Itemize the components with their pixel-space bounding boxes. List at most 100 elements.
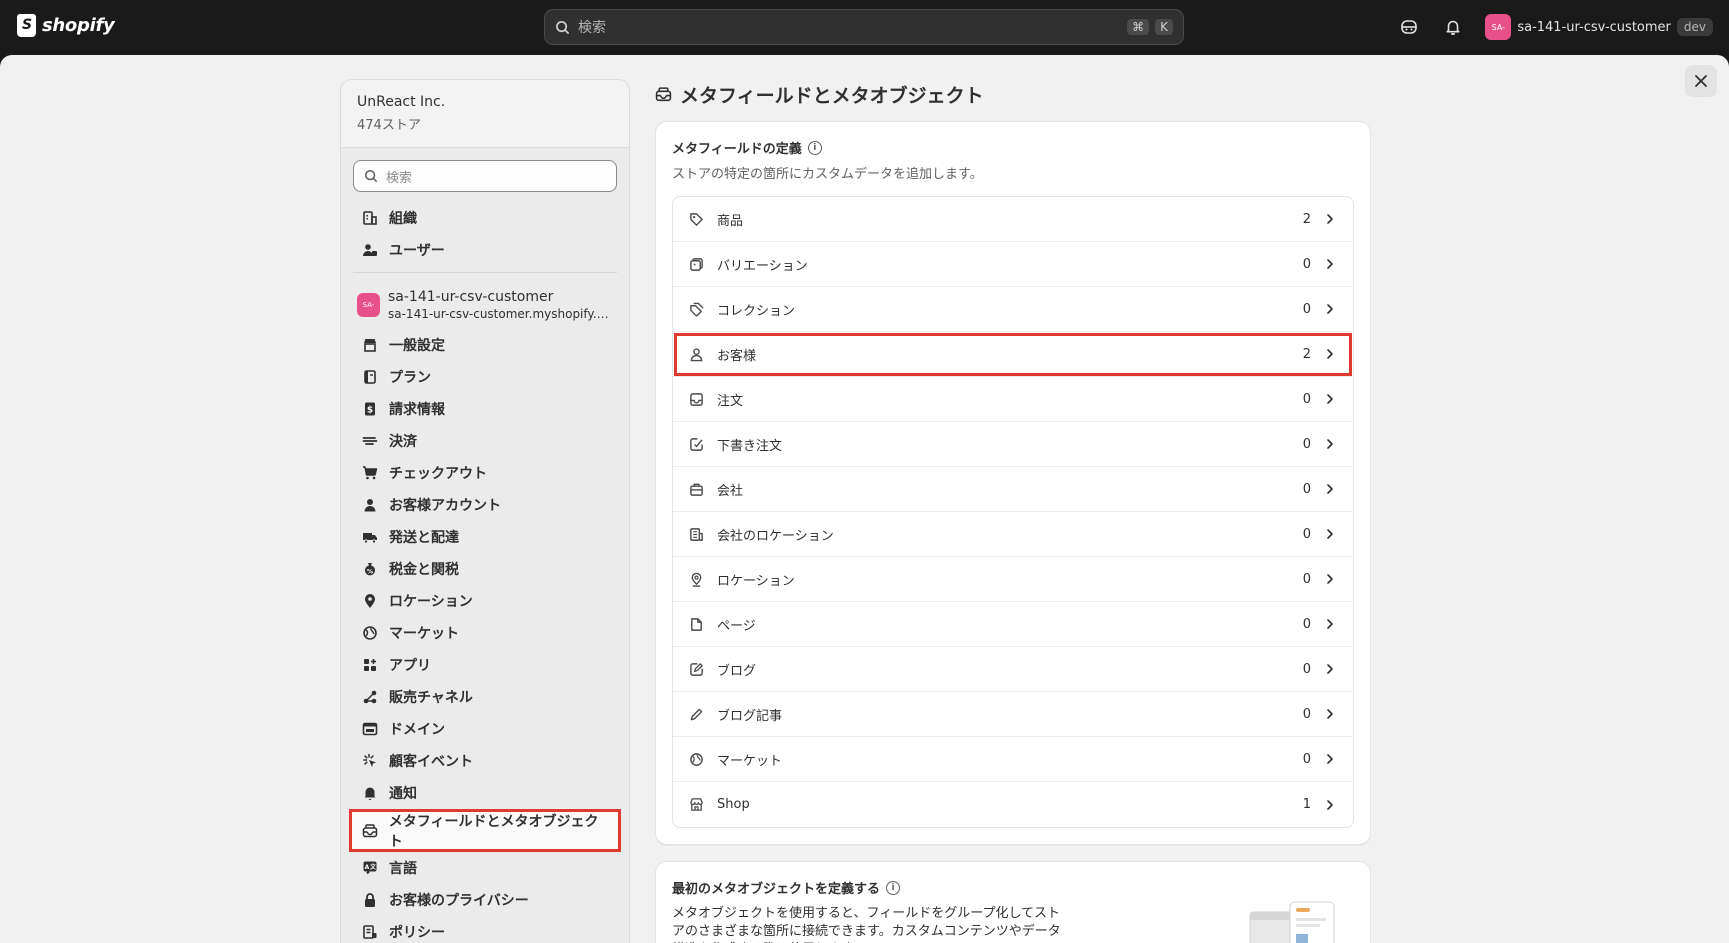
top-bar: shopify 検索 ⌘ K SA- sa-141-ur-csv-custome… <box>0 0 1729 55</box>
row-count: 0 <box>1302 616 1311 632</box>
definition-row-companies[interactable]: 会社 0 <box>673 467 1353 512</box>
definition-row-orders[interactable]: 注文 0 <box>673 377 1353 422</box>
sidebar-divider <box>353 272 617 273</box>
sidebar-item-notifications[interactable]: 通知 <box>341 777 629 809</box>
sidebar-item-languages[interactable]: A文 言語 <box>341 852 629 884</box>
card-title-text: メタフィールドの定義 <box>672 142 802 157</box>
row-label: Shop <box>717 797 750 812</box>
sidebar-item-apps[interactable]: アプリ <box>341 649 629 681</box>
row-count: 0 <box>1302 571 1311 587</box>
page-icon <box>687 617 705 632</box>
store-icon <box>361 336 379 354</box>
sidebar-item-locations[interactable]: ロケーション <box>341 585 629 617</box>
sidebar-item-label: アプリ <box>389 658 431 674</box>
sidekick-icon <box>1401 20 1418 34</box>
sidebar-item-customer-accounts[interactable]: お客様アカウント <box>341 489 629 521</box>
definition-row-collections[interactable]: コレクション 0 <box>673 287 1353 332</box>
domain-icon <box>361 720 379 738</box>
definition-row-pages[interactable]: ページ 0 <box>673 602 1353 647</box>
sidebar-item-organization[interactable]: 組織 <box>341 202 629 234</box>
logo-text: shopify <box>42 15 115 36</box>
sidebar-item-taxes[interactable]: % 税金と関税 <box>341 553 629 585</box>
sidebar-item-general[interactable]: 一般設定 <box>341 329 629 361</box>
building-icon <box>687 527 705 542</box>
sidebar-item-metafields[interactable]: メタフィールドとメタオブジェクト <box>349 809 621 852</box>
sidebar-item-label: マーケット <box>389 626 459 642</box>
sidebar-item-customer-events[interactable]: 顧客イベント <box>341 745 629 777</box>
definition-row-draft-orders[interactable]: 下書き注文 0 <box>673 422 1353 467</box>
metaobject-card: 最初のメタオブジェクトを定義する i メタオブジェクトを使用すると、フィールドを… <box>655 861 1371 943</box>
row-count: 0 <box>1302 436 1311 452</box>
sidebar-item-customer-privacy[interactable]: お客様のプライバシー <box>341 884 629 916</box>
shopify-bag-icon <box>17 14 36 37</box>
sidebar-item-billing[interactable]: $ 請求情報 <box>341 393 629 425</box>
definition-row-blog-posts[interactable]: ブログ記事 0 <box>673 692 1353 737</box>
metafields-icon <box>361 822 379 840</box>
definition-row-variants[interactable]: バリエーション 0 <box>673 242 1353 287</box>
sidebar-item-domains[interactable]: ドメイン <box>341 713 629 745</box>
sidebar-item-label: お客様のプライバシー <box>389 893 529 909</box>
sidekick-button[interactable] <box>1393 11 1425 43</box>
search-icon <box>556 20 569 34</box>
row-label: 商品 <box>717 213 744 229</box>
close-settings-button[interactable] <box>1685 65 1717 97</box>
tax-icon: % <box>361 560 379 578</box>
global-search-input[interactable]: 検索 ⌘ K <box>544 9 1184 45</box>
chevron-right-icon <box>1325 663 1339 675</box>
row-count: 0 <box>1302 391 1311 407</box>
sidebar-item-markets[interactable]: マーケット <box>341 617 629 649</box>
chevron-right-icon <box>1325 708 1339 720</box>
card-title: メタフィールドの定義 i <box>672 138 1354 157</box>
info-icon[interactable]: i <box>886 880 901 895</box>
store-name[interactable]: sa-141-ur-csv-customer <box>1517 20 1671 35</box>
sidebar-item-label: 決済 <box>389 434 417 450</box>
row-label: 注文 <box>717 393 744 409</box>
plan-icon <box>361 368 379 386</box>
sidebar-item-label: 販売チャネル <box>389 690 473 706</box>
info-icon[interactable]: i <box>807 140 822 155</box>
env-badge: dev <box>1676 18 1713 36</box>
sidebar-item-label: お客様アカウント <box>389 498 501 514</box>
sidebar-store[interactable]: SA- sa-141-ur-csv-customer sa-141-ur-csv… <box>341 281 629 329</box>
sidebar-item-policies[interactable]: ポリシー <box>341 916 629 943</box>
sidebar-item-shipping[interactable]: 発送と配達 <box>341 521 629 553</box>
row-label: コレクション <box>717 303 796 319</box>
main-content: メタフィールドとメタオブジェクト メタフィールドの定義 i ストアの特定の箇所に… <box>655 79 1371 943</box>
variant-icon <box>687 257 705 272</box>
row-label: 下書き注文 <box>717 438 783 454</box>
row-count: 0 <box>1302 526 1311 542</box>
sidebar-item-users[interactable]: ユーザー <box>341 234 629 266</box>
chevron-right-icon <box>1325 303 1339 315</box>
policy-icon <box>361 923 379 941</box>
definition-row-locations[interactable]: ロケーション 0 <box>673 557 1353 602</box>
definition-row-shop[interactable]: Shop 1 <box>673 782 1353 827</box>
sidebar-item-sales-channels[interactable]: 販売チャネル <box>341 681 629 713</box>
notifications-button[interactable] <box>1437 11 1469 43</box>
sidebar-item-payments[interactable]: 決済 <box>341 425 629 457</box>
shopify-logo[interactable]: shopify <box>17 14 115 37</box>
collection-icon <box>687 302 705 317</box>
close-icon <box>1695 75 1707 87</box>
row-count: 0 <box>1302 481 1311 497</box>
definition-row-company-locations[interactable]: 会社のロケーション 0 <box>673 512 1353 557</box>
location-icon <box>687 572 705 587</box>
chevron-right-icon <box>1325 393 1339 405</box>
sidebar-item-label: ドメイン <box>389 722 445 738</box>
definition-row-customers[interactable]: お客様 2 <box>673 332 1353 377</box>
definition-row-markets[interactable]: マーケット 0 <box>673 737 1353 782</box>
row-label: ページ <box>717 618 756 634</box>
search-placeholder: 検索 <box>578 20 606 36</box>
sidebar-item-label: 税金と関税 <box>389 562 459 578</box>
metafield-definitions-card: メタフィールドの定義 i ストアの特定の箇所にカスタムデータを追加します。 商品… <box>655 121 1371 845</box>
settings-search-input[interactable]: 検索 <box>353 160 617 192</box>
sidebar-item-checkout[interactable]: チェックアウト <box>341 457 629 489</box>
store-avatar[interactable]: SA- <box>1485 14 1512 40</box>
definition-row-blogs[interactable]: ブログ 0 <box>673 647 1353 692</box>
definition-row-products[interactable]: 商品 2 <box>673 197 1353 242</box>
org-store-count: 474ストア <box>357 118 421 133</box>
row-count: 0 <box>1302 751 1311 767</box>
card-subtitle: ストアの特定の箇所にカスタムデータを追加します。 <box>672 167 983 182</box>
sidebar-item-plan[interactable]: プラン <box>341 361 629 393</box>
row-label: 会社のロケーション <box>717 528 834 544</box>
row-label: 会社 <box>717 483 744 499</box>
